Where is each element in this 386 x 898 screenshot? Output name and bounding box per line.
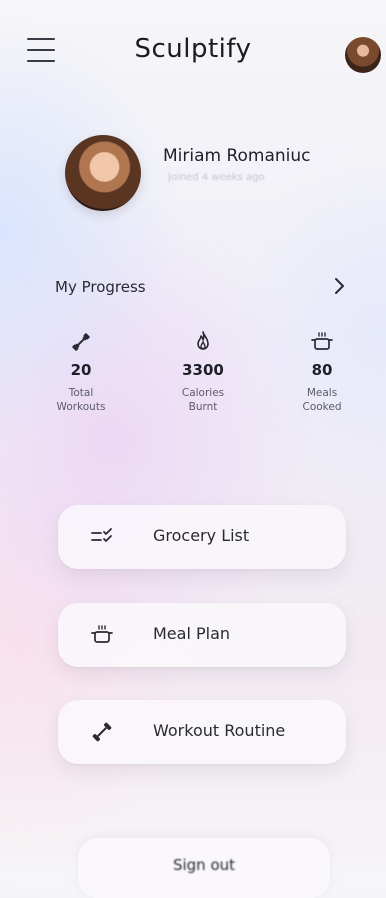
sign-out-label: Sign out	[172, 856, 236, 874]
stat-label: Calories Burnt	[181, 387, 225, 413]
grocery-list-label: Grocery List	[153, 526, 250, 545]
stat-meals-cooked: 80 Meals Cooked	[277, 330, 367, 414]
checklist-icon	[90, 525, 114, 549]
stat-value: 3300	[182, 361, 224, 379]
profile-joined-text: Joined 4 weeks ago	[168, 172, 265, 183]
stat-label: Total Workouts	[56, 387, 106, 413]
grocery-list-button[interactable]: Grocery List	[58, 505, 346, 569]
stat-label: Meals Cooked	[302, 387, 342, 413]
sign-out-button[interactable]: Sign out	[78, 838, 330, 898]
progress-title: My Progress	[55, 278, 146, 296]
dumbbell-icon	[90, 720, 114, 744]
stat-calories-burnt: 3300 Calories Burnt	[158, 330, 248, 414]
app-title: Sculptify	[134, 34, 252, 64]
meal-plan-label: Meal Plan	[153, 624, 231, 643]
chevron-right-icon[interactable]	[329, 276, 349, 296]
profile-name: Miriam Romaniuc	[163, 146, 311, 166]
flame-icon	[158, 330, 248, 354]
pot-icon	[90, 623, 114, 647]
meal-plan-button[interactable]: Meal Plan	[58, 603, 346, 667]
stat-value: 20	[70, 361, 92, 379]
header-avatar[interactable]	[345, 37, 381, 73]
pot-icon	[277, 330, 367, 354]
dumbbell-icon	[36, 330, 126, 354]
workout-routine-label: Workout Routine	[153, 721, 286, 740]
profile-avatar	[65, 135, 141, 211]
stat-total-workouts: 20 Total Workouts	[36, 330, 126, 414]
workout-routine-button[interactable]: Workout Routine	[58, 700, 346, 764]
stat-value: 80	[311, 361, 333, 379]
